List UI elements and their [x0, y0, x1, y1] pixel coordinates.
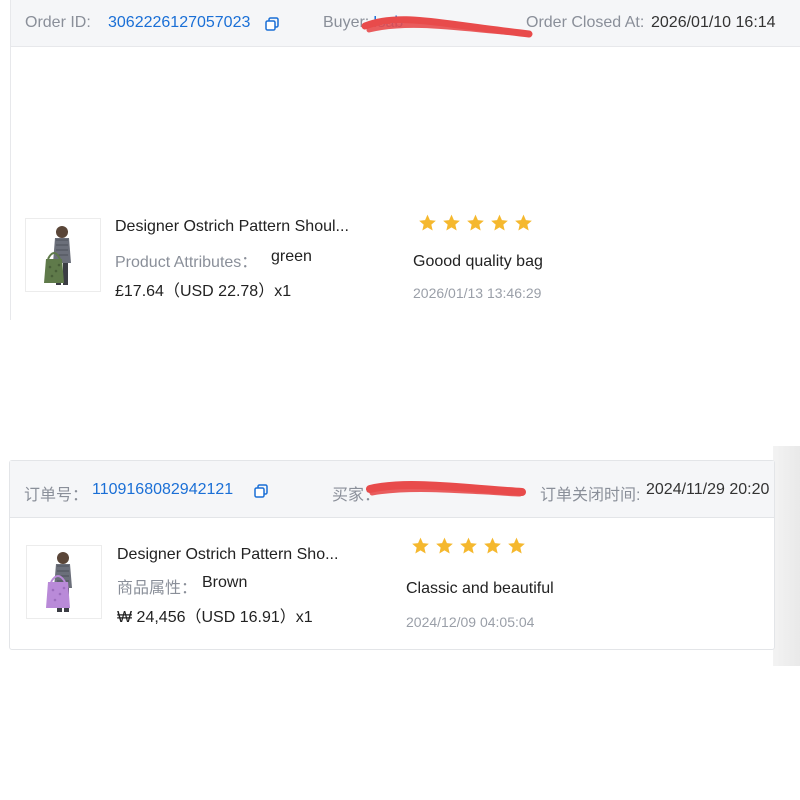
star-icon: [436, 537, 453, 554]
copy-icon[interactable]: [265, 17, 279, 31]
closed-at-label: 订单关闭时间:: [540, 487, 641, 504]
redaction-scribble: [361, 16, 533, 38]
order-id-label: 订单号：: [24, 487, 89, 504]
product-price: ₩ 24,456（USD 16.91）x1: [117, 609, 313, 626]
star-icon: [484, 537, 501, 554]
order-reviews-screenshot: Order ID: 3062226127057023 Buyer: Isab O…: [0, 0, 800, 800]
bag-thumbnail-purple-icon: [27, 546, 101, 618]
star-icon: [460, 537, 477, 554]
order-id-label: Order ID:: [25, 14, 91, 31]
review-date: 2026/01/13 13:46:29: [413, 285, 542, 301]
order-body-1: Designer Ostrich Pattern Shoul... Produc…: [10, 47, 800, 320]
product-attributes-value: green: [271, 248, 312, 265]
order-id-link[interactable]: 1109168082942121: [92, 481, 233, 499]
order-card-2: 订单号： 1109168082942121 买家： 订单关闭时间: 2024/1…: [9, 460, 775, 650]
order-header-1: Order ID: 3062226127057023 Buyer: Isab O…: [10, 0, 800, 47]
product-title[interactable]: Designer Ostrich Pattern Shoul...: [115, 218, 349, 236]
review-date: 2024/12/09 04:05:04: [406, 614, 535, 630]
bag-thumbnail-green-icon: [26, 219, 100, 291]
product-price: £17.64（USD 22.78）x1: [115, 283, 292, 300]
order-header-2: 订单号： 1109168082942121 买家： 订单关闭时间: 2024/1…: [10, 461, 774, 518]
star-icon: [419, 214, 436, 231]
star-icon: [467, 214, 484, 231]
star-icon: [508, 537, 525, 554]
product-attributes-value: Brown: [202, 574, 248, 591]
closed-at-value: 2026/01/10 16:14: [651, 14, 776, 31]
star-icon: [491, 214, 508, 231]
product-attributes-label: 商品属性：: [117, 580, 198, 597]
rating-stars: [417, 213, 534, 233]
order-card-1: Order ID: 3062226127057023 Buyer: Isab O…: [10, 0, 800, 320]
review-text: Classic and beautiful: [406, 580, 554, 597]
order-id-link[interactable]: 3062226127057023: [108, 14, 250, 32]
product-attributes-label: Product Attributes：: [115, 254, 258, 271]
closed-at-label: Order Closed At:: [526, 14, 645, 31]
rating-stars: [410, 536, 527, 556]
star-icon: [515, 214, 532, 231]
star-icon: [412, 537, 429, 554]
product-thumbnail[interactable]: [25, 218, 101, 292]
product-title[interactable]: Designer Ostrich Pattern Sho...: [117, 546, 338, 564]
redaction-scribble: [366, 481, 526, 497]
review-text: Goood quality bag: [413, 253, 543, 270]
closed-at-value: 2024/11/29 20:20: [646, 481, 770, 498]
background-shade: [773, 446, 800, 666]
product-thumbnail[interactable]: [26, 545, 102, 619]
star-icon: [443, 214, 460, 231]
copy-icon[interactable]: [254, 484, 268, 498]
